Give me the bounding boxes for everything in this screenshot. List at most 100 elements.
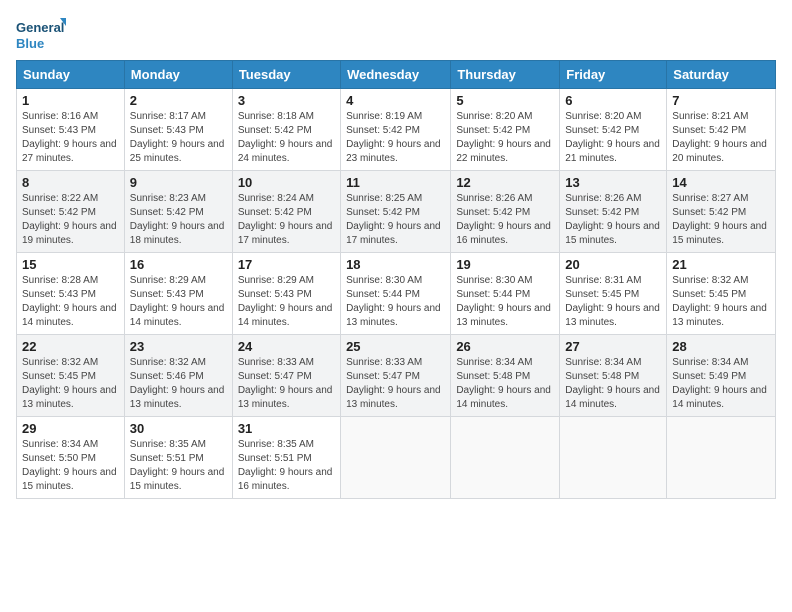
day-info: Sunrise: 8:32 AMSunset: 5:45 PMDaylight:… [22,356,119,412]
calendar-cell: 12 Sunrise: 8:26 AMSunset: 5:42 PMDayligh… [451,171,560,253]
day-number: 21 [672,257,770,272]
day-info: Sunrise: 8:33 AMSunset: 5:47 PMDaylight:… [346,356,445,412]
calendar-cell [451,417,560,499]
day-number: 23 [130,339,227,354]
day-number: 31 [238,421,335,436]
day-info: Sunrise: 8:27 AMSunset: 5:42 PMDaylight:… [672,192,770,248]
calendar-cell: 9 Sunrise: 8:23 AMSunset: 5:42 PMDaylight… [124,171,232,253]
day-info: Sunrise: 8:33 AMSunset: 5:47 PMDaylight:… [238,356,335,412]
day-info: Sunrise: 8:18 AMSunset: 5:42 PMDaylight:… [238,110,335,166]
weekday-header-sunday: Sunday [17,61,125,89]
calendar-table: SundayMondayTuesdayWednesdayThursdayFrid… [16,60,776,499]
day-number: 7 [672,93,770,108]
day-info: Sunrise: 8:21 AMSunset: 5:42 PMDaylight:… [672,110,770,166]
calendar-cell: 4Sunrise: 8:19 AMSunset: 5:42 PMDaylight… [341,89,451,171]
day-info: Sunrise: 8:35 AMSunset: 5:51 PMDaylight:… [130,438,227,494]
day-info: Sunrise: 8:34 AMSunset: 5:48 PMDaylight:… [456,356,554,412]
day-info: Sunrise: 8:32 AMSunset: 5:46 PMDaylight:… [130,356,227,412]
day-number: 29 [22,421,119,436]
day-number: 9 [130,175,227,190]
day-number: 28 [672,339,770,354]
calendar-cell [667,417,776,499]
day-number: 26 [456,339,554,354]
calendar-cell: 11Sunrise: 8:25 AMSunset: 5:42 PMDayligh… [341,171,451,253]
calendar-cell: 31 Sunrise: 8:35 AMSunset: 5:51 PMDayligh… [232,417,340,499]
calendar-cell: 5 Sunrise: 8:20 AMSunset: 5:42 PMDaylight… [451,89,560,171]
calendar-cell: 28 Sunrise: 8:34 AMSunset: 5:49 PMDayligh… [667,335,776,417]
day-info: Sunrise: 8:26 AMSunset: 5:42 PMDaylight:… [565,192,661,248]
calendar-cell: 2 Sunrise: 8:17 AMSunset: 5:43 PMDaylight… [124,89,232,171]
day-info: Sunrise: 8:34 AMSunset: 5:50 PMDaylight:… [22,438,119,494]
day-info: Sunrise: 8:25 AMSunset: 5:42 PMDaylight:… [346,192,445,248]
day-number: 8 [22,175,119,190]
calendar-cell: 19 Sunrise: 8:30 AMSunset: 5:44 PMDayligh… [451,253,560,335]
calendar-cell: 30 Sunrise: 8:35 AMSunset: 5:51 PMDayligh… [124,417,232,499]
day-number: 5 [456,93,554,108]
day-number: 22 [22,339,119,354]
calendar-cell: 18Sunrise: 8:30 AMSunset: 5:44 PMDayligh… [341,253,451,335]
day-info: Sunrise: 8:16 AMSunset: 5:43 PMDaylight:… [22,110,119,166]
calendar-cell: 22 Sunrise: 8:32 AMSunset: 5:45 PMDayligh… [17,335,125,417]
day-info: Sunrise: 8:30 AMSunset: 5:44 PMDaylight:… [456,274,554,330]
day-number: 14 [672,175,770,190]
weekday-header-thursday: Thursday [451,61,560,89]
day-info: Sunrise: 8:34 AMSunset: 5:49 PMDaylight:… [672,356,770,412]
day-number: 6 [565,93,661,108]
day-number: 10 [238,175,335,190]
day-number: 13 [565,175,661,190]
day-number: 15 [22,257,119,272]
day-info: Sunrise: 8:30 AMSunset: 5:44 PMDaylight:… [346,274,445,330]
calendar-cell: 23 Sunrise: 8:32 AMSunset: 5:46 PMDayligh… [124,335,232,417]
calendar-cell: 16Sunrise: 8:29 AMSunset: 5:43 PMDayligh… [124,253,232,335]
day-info: Sunrise: 8:28 AMSunset: 5:43 PMDaylight:… [22,274,119,330]
calendar-cell: 10 Sunrise: 8:24 AMSunset: 5:42 PMDayligh… [232,171,340,253]
calendar-cell: 26 Sunrise: 8:34 AMSunset: 5:48 PMDayligh… [451,335,560,417]
day-number: 25 [346,339,445,354]
calendar-cell: 1 Sunrise: 8:16 AMSunset: 5:43 PMDaylight… [17,89,125,171]
calendar-cell [560,417,667,499]
day-info: Sunrise: 8:24 AMSunset: 5:42 PMDaylight:… [238,192,335,248]
weekday-header-friday: Friday [560,61,667,89]
day-info: Sunrise: 8:23 AMSunset: 5:42 PMDaylight:… [130,192,227,248]
weekday-header-tuesday: Tuesday [232,61,340,89]
day-number: 12 [456,175,554,190]
weekday-header-monday: Monday [124,61,232,89]
day-info: Sunrise: 8:20 AMSunset: 5:42 PMDaylight:… [456,110,554,166]
day-number: 30 [130,421,227,436]
logo: General Blue [16,16,66,52]
calendar-cell: 7 Sunrise: 8:21 AMSunset: 5:42 PMDaylight… [667,89,776,171]
calendar-cell: 27 Sunrise: 8:34 AMSunset: 5:48 PMDayligh… [560,335,667,417]
calendar-cell: 24 Sunrise: 8:33 AMSunset: 5:47 PMDayligh… [232,335,340,417]
day-info: Sunrise: 8:35 AMSunset: 5:51 PMDaylight:… [238,438,335,494]
calendar-cell [341,417,451,499]
calendar-cell: 6 Sunrise: 8:20 AMSunset: 5:42 PMDaylight… [560,89,667,171]
calendar-cell: 25 Sunrise: 8:33 AMSunset: 5:47 PMDayligh… [341,335,451,417]
day-info: Sunrise: 8:32 AMSunset: 5:45 PMDaylight:… [672,274,770,330]
day-number: 19 [456,257,554,272]
day-info: Sunrise: 8:20 AMSunset: 5:42 PMDaylight:… [565,110,661,166]
day-number: 1 [22,93,119,108]
svg-text:General: General [16,20,64,35]
day-info: Sunrise: 8:26 AMSunset: 5:42 PMDaylight:… [456,192,554,248]
calendar-cell: 3 Sunrise: 8:18 AMSunset: 5:42 PMDaylight… [232,89,340,171]
day-info: Sunrise: 8:29 AMSunset: 5:43 PMDaylight:… [130,274,227,330]
day-number: 24 [238,339,335,354]
calendar-cell: 14 Sunrise: 8:27 AMSunset: 5:42 PMDayligh… [667,171,776,253]
calendar-cell: 15 Sunrise: 8:28 AMSunset: 5:43 PMDayligh… [17,253,125,335]
calendar-cell: 29 Sunrise: 8:34 AMSunset: 5:50 PMDayligh… [17,417,125,499]
day-number: 27 [565,339,661,354]
day-info: Sunrise: 8:34 AMSunset: 5:48 PMDaylight:… [565,356,661,412]
day-info: Sunrise: 8:29 AMSunset: 5:43 PMDaylight:… [238,274,335,330]
calendar-cell: 13 Sunrise: 8:26 AMSunset: 5:42 PMDayligh… [560,171,667,253]
day-number: 17 [238,257,335,272]
day-number: 3 [238,93,335,108]
day-info: Sunrise: 8:22 AMSunset: 5:42 PMDaylight:… [22,192,119,248]
weekday-header-saturday: Saturday [667,61,776,89]
day-info: Sunrise: 8:17 AMSunset: 5:43 PMDaylight:… [130,110,227,166]
day-number: 2 [130,93,227,108]
calendar-cell: 8 Sunrise: 8:22 AMSunset: 5:42 PMDaylight… [17,171,125,253]
day-info: Sunrise: 8:31 AMSunset: 5:45 PMDaylight:… [565,274,661,330]
calendar-cell: 21 Sunrise: 8:32 AMSunset: 5:45 PMDayligh… [667,253,776,335]
svg-text:Blue: Blue [16,36,44,51]
calendar-cell: 17 Sunrise: 8:29 AMSunset: 5:43 PMDayligh… [232,253,340,335]
